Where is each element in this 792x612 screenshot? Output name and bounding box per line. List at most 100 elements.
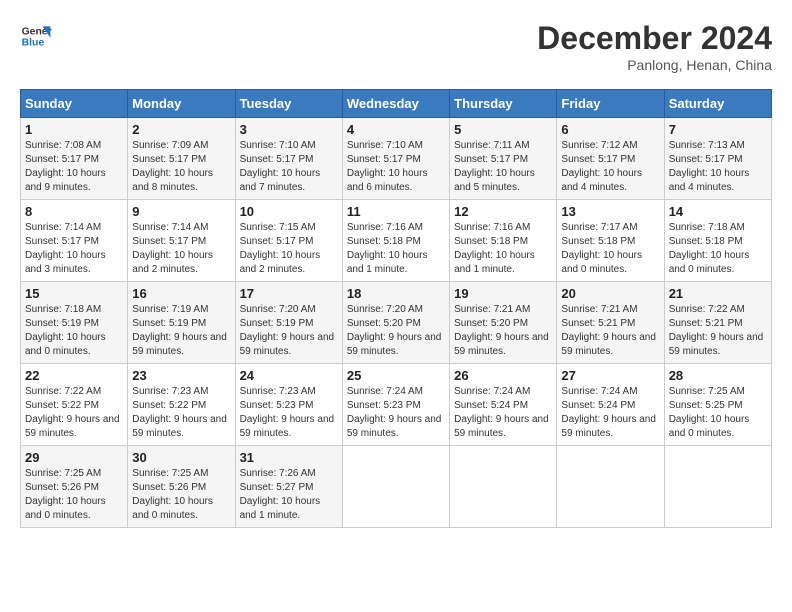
day-number: 27	[561, 368, 659, 383]
day-info: Sunrise: 7:16 AM Sunset: 5:18 PM Dayligh…	[454, 221, 552, 277]
calendar-cell: 4 Sunrise: 7:10 AM Sunset: 5:17 PM Dayli…	[342, 118, 449, 200]
header-thursday: Thursday	[450, 90, 557, 118]
calendar-cell: 31 Sunrise: 7:26 AM Sunset: 5:27 PM Dayl…	[235, 446, 342, 528]
day-number: 28	[669, 368, 767, 383]
calendar-cell: 23 Sunrise: 7:23 AM Sunset: 5:22 PM Dayl…	[128, 364, 235, 446]
day-number: 25	[347, 368, 445, 383]
day-info: Sunrise: 7:15 AM Sunset: 5:17 PM Dayligh…	[240, 221, 338, 277]
day-number: 31	[240, 450, 338, 465]
calendar-cell: 19 Sunrise: 7:21 AM Sunset: 5:20 PM Dayl…	[450, 282, 557, 364]
calendar-cell: 20 Sunrise: 7:21 AM Sunset: 5:21 PM Dayl…	[557, 282, 664, 364]
calendar-cell: 10 Sunrise: 7:15 AM Sunset: 5:17 PM Dayl…	[235, 200, 342, 282]
calendar-week-row: 22 Sunrise: 7:22 AM Sunset: 5:22 PM Dayl…	[21, 364, 772, 446]
calendar-cell: 15 Sunrise: 7:18 AM Sunset: 5:19 PM Dayl…	[21, 282, 128, 364]
calendar-cell: 6 Sunrise: 7:12 AM Sunset: 5:17 PM Dayli…	[557, 118, 664, 200]
day-info: Sunrise: 7:17 AM Sunset: 5:18 PM Dayligh…	[561, 221, 659, 277]
day-number: 8	[25, 204, 123, 219]
day-number: 29	[25, 450, 123, 465]
day-info: Sunrise: 7:20 AM Sunset: 5:19 PM Dayligh…	[240, 303, 338, 359]
month-title: December 2024	[537, 20, 772, 57]
calendar-cell: 25 Sunrise: 7:24 AM Sunset: 5:23 PM Dayl…	[342, 364, 449, 446]
day-number: 1	[25, 122, 123, 137]
day-info: Sunrise: 7:10 AM Sunset: 5:17 PM Dayligh…	[240, 139, 338, 195]
day-number: 23	[132, 368, 230, 383]
header-friday: Friday	[557, 90, 664, 118]
calendar-cell: 9 Sunrise: 7:14 AM Sunset: 5:17 PM Dayli…	[128, 200, 235, 282]
day-number: 7	[669, 122, 767, 137]
location-subtitle: Panlong, Henan, China	[537, 57, 772, 73]
day-number: 11	[347, 204, 445, 219]
calendar-cell: 14 Sunrise: 7:18 AM Sunset: 5:18 PM Dayl…	[664, 200, 771, 282]
calendar-cell: 5 Sunrise: 7:11 AM Sunset: 5:17 PM Dayli…	[450, 118, 557, 200]
day-info: Sunrise: 7:21 AM Sunset: 5:20 PM Dayligh…	[454, 303, 552, 359]
header-saturday: Saturday	[664, 90, 771, 118]
day-number: 9	[132, 204, 230, 219]
day-info: Sunrise: 7:26 AM Sunset: 5:27 PM Dayligh…	[240, 467, 338, 523]
calendar-cell: 3 Sunrise: 7:10 AM Sunset: 5:17 PM Dayli…	[235, 118, 342, 200]
day-info: Sunrise: 7:23 AM Sunset: 5:22 PM Dayligh…	[132, 385, 230, 441]
day-info: Sunrise: 7:14 AM Sunset: 5:17 PM Dayligh…	[132, 221, 230, 277]
day-number: 12	[454, 204, 552, 219]
calendar-cell: 11 Sunrise: 7:16 AM Sunset: 5:18 PM Dayl…	[342, 200, 449, 282]
day-number: 5	[454, 122, 552, 137]
calendar-week-row: 8 Sunrise: 7:14 AM Sunset: 5:17 PM Dayli…	[21, 200, 772, 282]
day-number: 18	[347, 286, 445, 301]
calendar-cell: 1 Sunrise: 7:08 AM Sunset: 5:17 PM Dayli…	[21, 118, 128, 200]
svg-text:Blue: Blue	[22, 38, 45, 49]
day-number: 22	[25, 368, 123, 383]
day-number: 13	[561, 204, 659, 219]
calendar-cell: 28 Sunrise: 7:25 AM Sunset: 5:25 PM Dayl…	[664, 364, 771, 446]
calendar-cell: 30 Sunrise: 7:25 AM Sunset: 5:26 PM Dayl…	[128, 446, 235, 528]
calendar-cell	[557, 446, 664, 528]
calendar-cell	[664, 446, 771, 528]
title-block: December 2024 Panlong, Henan, China	[537, 20, 772, 73]
day-info: Sunrise: 7:14 AM Sunset: 5:17 PM Dayligh…	[25, 221, 123, 277]
page-header: General Blue December 2024 Panlong, Hena…	[20, 20, 772, 73]
calendar-cell	[450, 446, 557, 528]
calendar-cell: 12 Sunrise: 7:16 AM Sunset: 5:18 PM Dayl…	[450, 200, 557, 282]
header-tuesday: Tuesday	[235, 90, 342, 118]
day-number: 14	[669, 204, 767, 219]
header-monday: Monday	[128, 90, 235, 118]
calendar-cell: 24 Sunrise: 7:23 AM Sunset: 5:23 PM Dayl…	[235, 364, 342, 446]
header-wednesday: Wednesday	[342, 90, 449, 118]
day-info: Sunrise: 7:24 AM Sunset: 5:24 PM Dayligh…	[561, 385, 659, 441]
day-number: 30	[132, 450, 230, 465]
day-number: 20	[561, 286, 659, 301]
day-number: 3	[240, 122, 338, 137]
calendar-cell: 22 Sunrise: 7:22 AM Sunset: 5:22 PM Dayl…	[21, 364, 128, 446]
day-info: Sunrise: 7:10 AM Sunset: 5:17 PM Dayligh…	[347, 139, 445, 195]
day-number: 6	[561, 122, 659, 137]
day-number: 21	[669, 286, 767, 301]
calendar-cell: 26 Sunrise: 7:24 AM Sunset: 5:24 PM Dayl…	[450, 364, 557, 446]
day-info: Sunrise: 7:08 AM Sunset: 5:17 PM Dayligh…	[25, 139, 123, 195]
logo-icon: General Blue	[20, 20, 52, 52]
logo: General Blue	[20, 20, 52, 52]
day-info: Sunrise: 7:22 AM Sunset: 5:21 PM Dayligh…	[669, 303, 767, 359]
calendar-body: 1 Sunrise: 7:08 AM Sunset: 5:17 PM Dayli…	[21, 118, 772, 528]
day-info: Sunrise: 7:23 AM Sunset: 5:23 PM Dayligh…	[240, 385, 338, 441]
day-info: Sunrise: 7:09 AM Sunset: 5:17 PM Dayligh…	[132, 139, 230, 195]
header-sunday: Sunday	[21, 90, 128, 118]
day-info: Sunrise: 7:12 AM Sunset: 5:17 PM Dayligh…	[561, 139, 659, 195]
day-info: Sunrise: 7:25 AM Sunset: 5:26 PM Dayligh…	[25, 467, 123, 523]
day-info: Sunrise: 7:16 AM Sunset: 5:18 PM Dayligh…	[347, 221, 445, 277]
day-info: Sunrise: 7:22 AM Sunset: 5:22 PM Dayligh…	[25, 385, 123, 441]
day-info: Sunrise: 7:11 AM Sunset: 5:17 PM Dayligh…	[454, 139, 552, 195]
calendar-week-row: 15 Sunrise: 7:18 AM Sunset: 5:19 PM Dayl…	[21, 282, 772, 364]
calendar-cell	[342, 446, 449, 528]
day-info: Sunrise: 7:21 AM Sunset: 5:21 PM Dayligh…	[561, 303, 659, 359]
calendar-table: Sunday Monday Tuesday Wednesday Thursday…	[20, 89, 772, 528]
day-info: Sunrise: 7:19 AM Sunset: 5:19 PM Dayligh…	[132, 303, 230, 359]
day-info: Sunrise: 7:18 AM Sunset: 5:18 PM Dayligh…	[669, 221, 767, 277]
day-info: Sunrise: 7:18 AM Sunset: 5:19 PM Dayligh…	[25, 303, 123, 359]
day-number: 17	[240, 286, 338, 301]
day-number: 26	[454, 368, 552, 383]
day-info: Sunrise: 7:25 AM Sunset: 5:26 PM Dayligh…	[132, 467, 230, 523]
day-info: Sunrise: 7:24 AM Sunset: 5:24 PM Dayligh…	[454, 385, 552, 441]
calendar-cell: 7 Sunrise: 7:13 AM Sunset: 5:17 PM Dayli…	[664, 118, 771, 200]
calendar-cell: 18 Sunrise: 7:20 AM Sunset: 5:20 PM Dayl…	[342, 282, 449, 364]
day-number: 4	[347, 122, 445, 137]
day-number: 2	[132, 122, 230, 137]
calendar-cell: 21 Sunrise: 7:22 AM Sunset: 5:21 PM Dayl…	[664, 282, 771, 364]
